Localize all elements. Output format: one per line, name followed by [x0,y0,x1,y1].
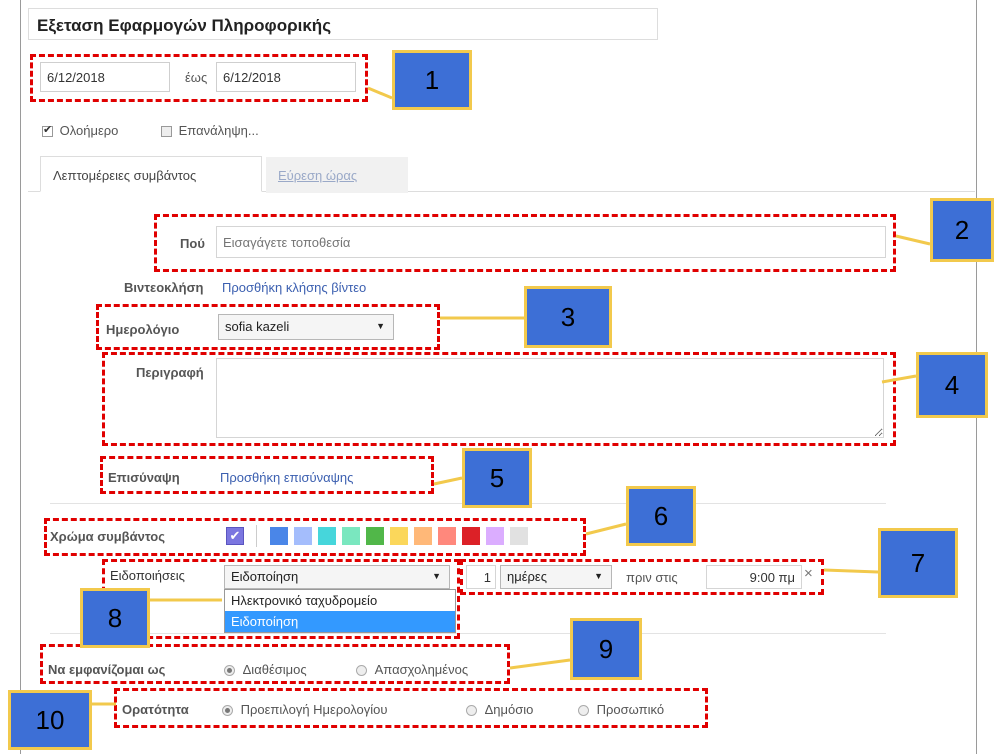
callout-3: 3 [524,286,612,348]
callout-8: 8 [80,588,150,648]
callout-9: 9 [570,618,642,680]
connector-1 [367,86,393,100]
callout-6: 6 [626,486,696,546]
connector-4 [881,374,917,384]
callout-4: 4 [916,352,988,418]
connector-5 [433,476,463,486]
callout-1: 1 [392,50,472,110]
connector-2 [895,234,931,246]
connector-7 [823,568,879,574]
connector-6 [585,522,627,536]
callout-7: 7 [878,528,958,598]
callout-10: 10 [8,690,92,750]
callout-2: 2 [930,198,994,262]
callout-5: 5 [462,448,532,508]
connector-9 [509,658,571,670]
